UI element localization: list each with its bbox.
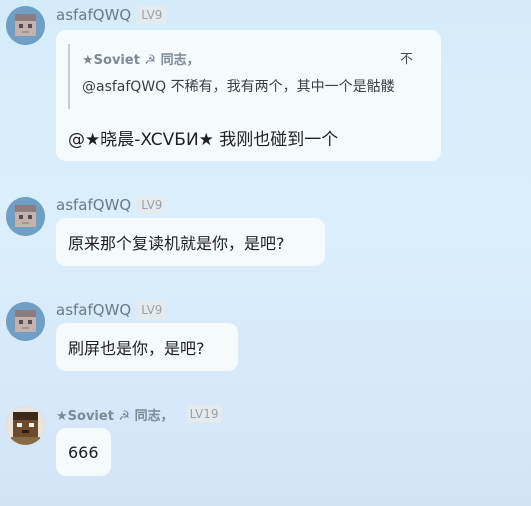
message-bubble[interactable]: 666	[56, 428, 111, 476]
avatar-image	[6, 302, 45, 341]
sender-name[interactable]: asfafQWQ	[56, 6, 131, 24]
message-bubble[interactable]: ★Soviet ☭ 同志， 不 @asfafQWQ 不稀有，我有两个，其中一个是…	[56, 30, 441, 161]
level-badge: LV19	[185, 405, 223, 423]
message-text: 刷屏也是你，是吧?	[68, 339, 205, 358]
level-badge: LV9	[137, 301, 167, 319]
quote-bar	[68, 44, 70, 109]
message-text: @★晓晨-XCVБИ★ 我刚也碰到一个	[68, 130, 339, 150]
level-badge: LV9	[137, 196, 167, 214]
sender-name[interactable]: asfafQWQ	[56, 301, 131, 319]
sender-name[interactable]: asfafQWQ	[56, 196, 131, 214]
avatar-image	[6, 197, 45, 236]
user-avatar[interactable]	[6, 197, 45, 236]
user-avatar[interactable]	[6, 302, 45, 341]
message-text: 666	[68, 442, 99, 462]
quote-text: @asfafQWQ 不稀有，我有两个，其中一个是骷髅	[82, 79, 395, 95]
message-bubble[interactable]: 刷屏也是你，是吧?	[56, 323, 238, 371]
level-badge: LV9	[137, 6, 167, 24]
quote-close: 不	[400, 52, 414, 67]
message-bubble[interactable]: 原来那个复读机就是你，是吧?	[56, 218, 325, 266]
quote-author: ★Soviet ☭ 同志，	[82, 53, 200, 68]
user-avatar[interactable]	[6, 406, 45, 445]
message-text: 原来那个复读机就是你，是吧?	[68, 234, 285, 253]
user-avatar[interactable]	[6, 6, 45, 45]
sender-name[interactable]: ★Soviet ☭ 同志，	[56, 405, 174, 424]
avatar-image	[6, 6, 45, 45]
avatar-image	[6, 406, 45, 445]
